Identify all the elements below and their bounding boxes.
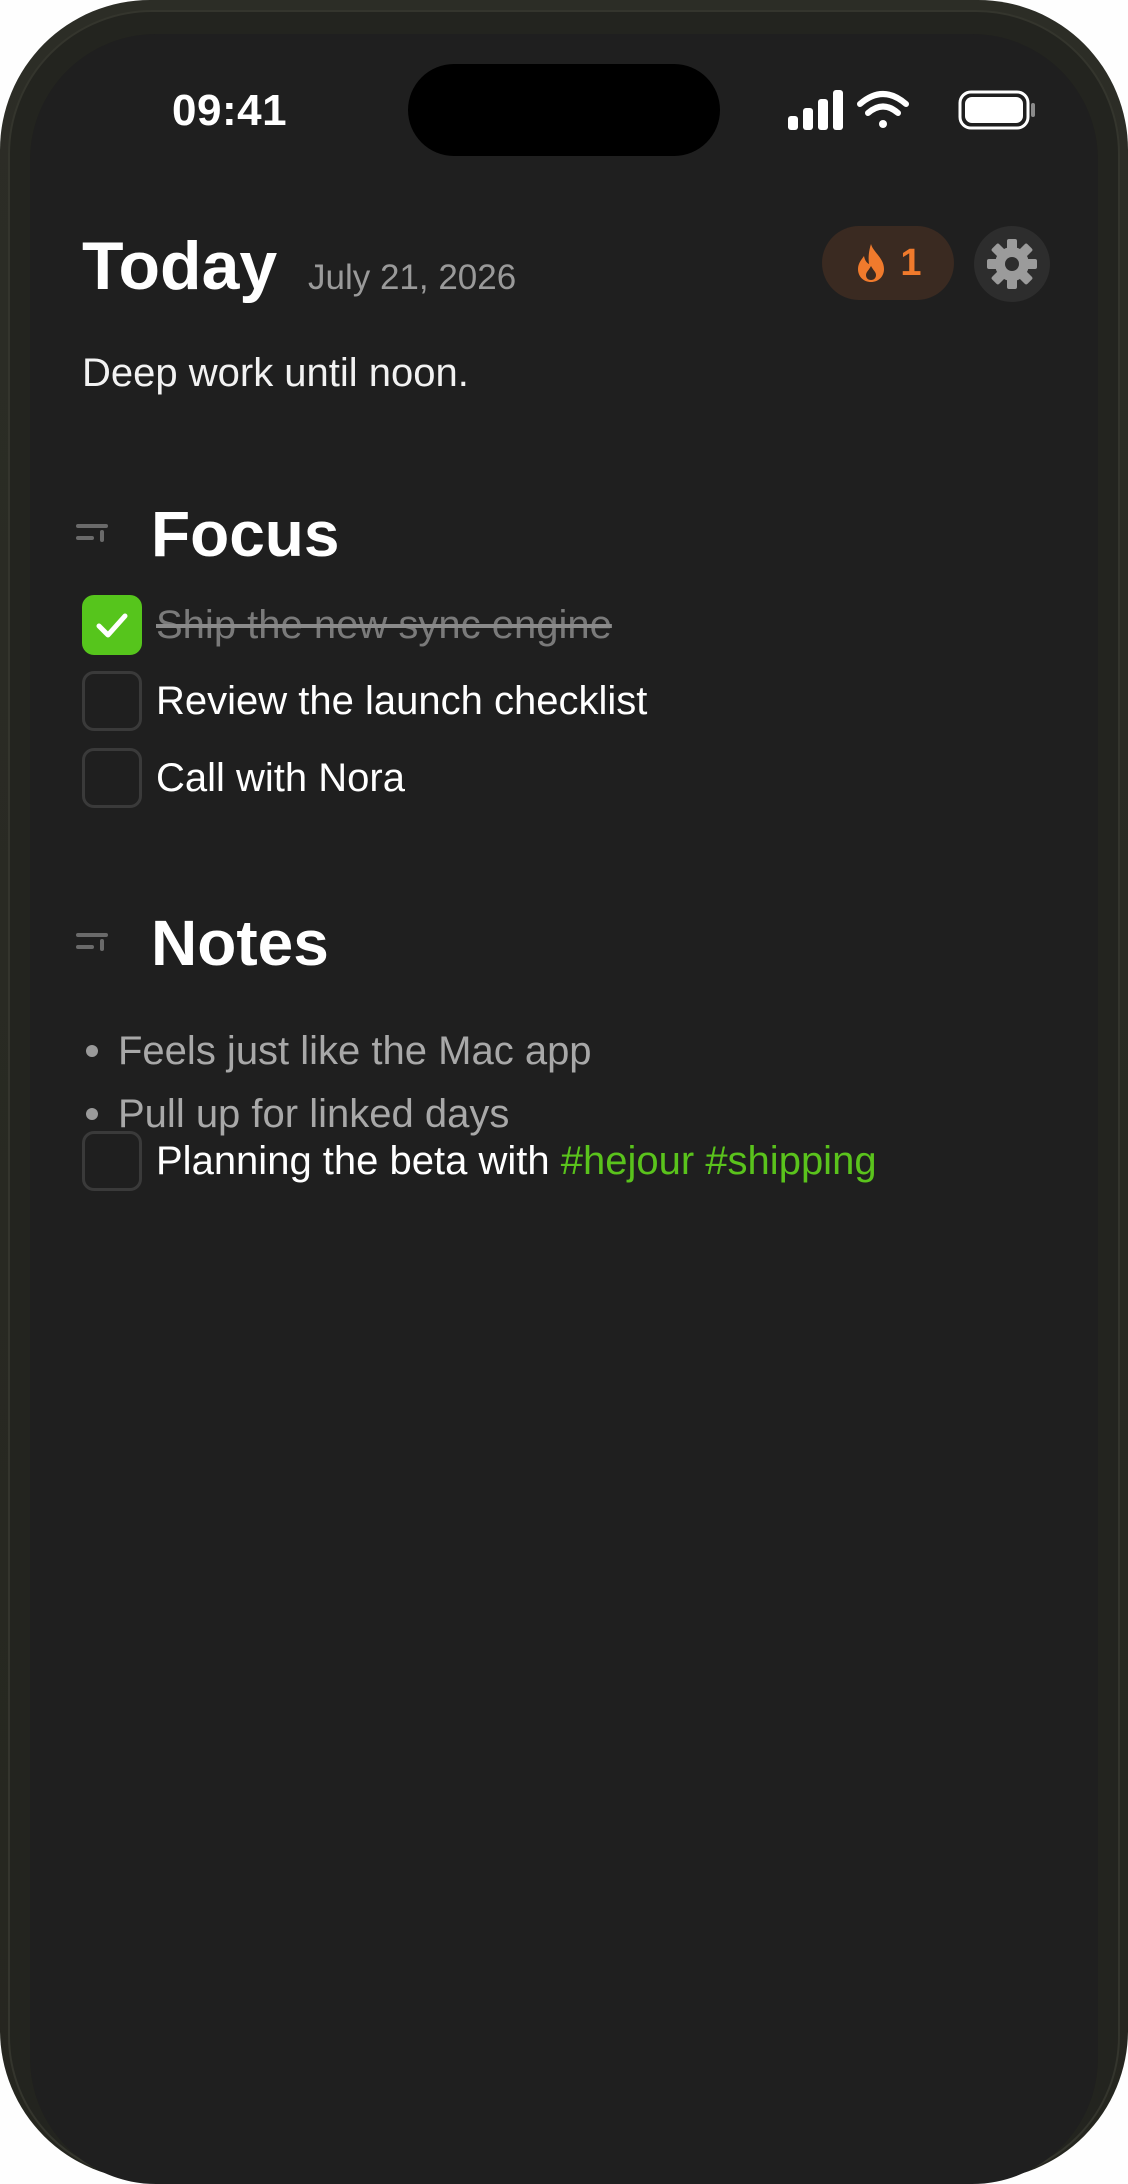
task-checkbox[interactable] — [82, 1131, 142, 1191]
tag-link[interactable]: #hejour — [561, 1139, 694, 1183]
task-item[interactable]: Planning the beta with #hejour #shipping — [82, 1130, 877, 1192]
dynamic-island — [408, 64, 720, 156]
section-title-focus: Focus — [151, 498, 340, 570]
drag-handle-icon[interactable] — [76, 522, 110, 544]
cellular-signal-icon — [788, 90, 843, 130]
page-date: July 21, 2026 — [308, 258, 517, 297]
task-label[interactable]: Planning the beta with #hejour #shipping — [156, 1139, 877, 1184]
gear-icon — [987, 239, 1037, 289]
task-item[interactable]: Review the launch checklist — [82, 670, 647, 732]
task-checkbox[interactable] — [82, 671, 142, 731]
tag-link[interactable]: #shipping — [705, 1139, 876, 1183]
task-item[interactable]: Ship the new sync engine — [82, 594, 612, 656]
bullet-dot — [86, 1045, 98, 1057]
status-time: 09:41 — [172, 86, 288, 135]
task-item[interactable]: Call with Nora — [82, 747, 405, 809]
app-screen: 09:41 Today July 21, 2026 1 Deep work un… — [30, 34, 1098, 2184]
task-checkbox[interactable] — [82, 595, 142, 655]
task-label[interactable]: Review the launch checklist — [156, 679, 647, 724]
task-label[interactable]: Ship the new sync engine — [156, 603, 612, 648]
page-title: Today — [82, 228, 278, 304]
list-item[interactable]: Feels just like the Mac app — [86, 1026, 592, 1076]
checkmark-icon — [96, 613, 128, 638]
status-icons — [788, 88, 1038, 132]
streak-badge[interactable]: 1 — [822, 226, 954, 300]
task-label[interactable]: Call with Nora — [156, 756, 405, 801]
settings-button[interactable] — [974, 226, 1050, 302]
battery-icon — [958, 90, 1035, 130]
day-note[interactable]: Deep work until noon. — [82, 348, 469, 398]
task-checkbox[interactable] — [82, 748, 142, 808]
flame-icon — [858, 244, 885, 282]
bullet-dot — [86, 1108, 98, 1120]
streak-count: 1 — [900, 241, 922, 284]
task-text: Planning the beta with — [156, 1138, 550, 1183]
note-text[interactable]: Feels just like the Mac app — [118, 1029, 592, 1074]
section-title-notes: Notes — [151, 907, 329, 979]
drag-handle-icon[interactable] — [76, 931, 110, 953]
wifi-icon — [857, 91, 909, 128]
